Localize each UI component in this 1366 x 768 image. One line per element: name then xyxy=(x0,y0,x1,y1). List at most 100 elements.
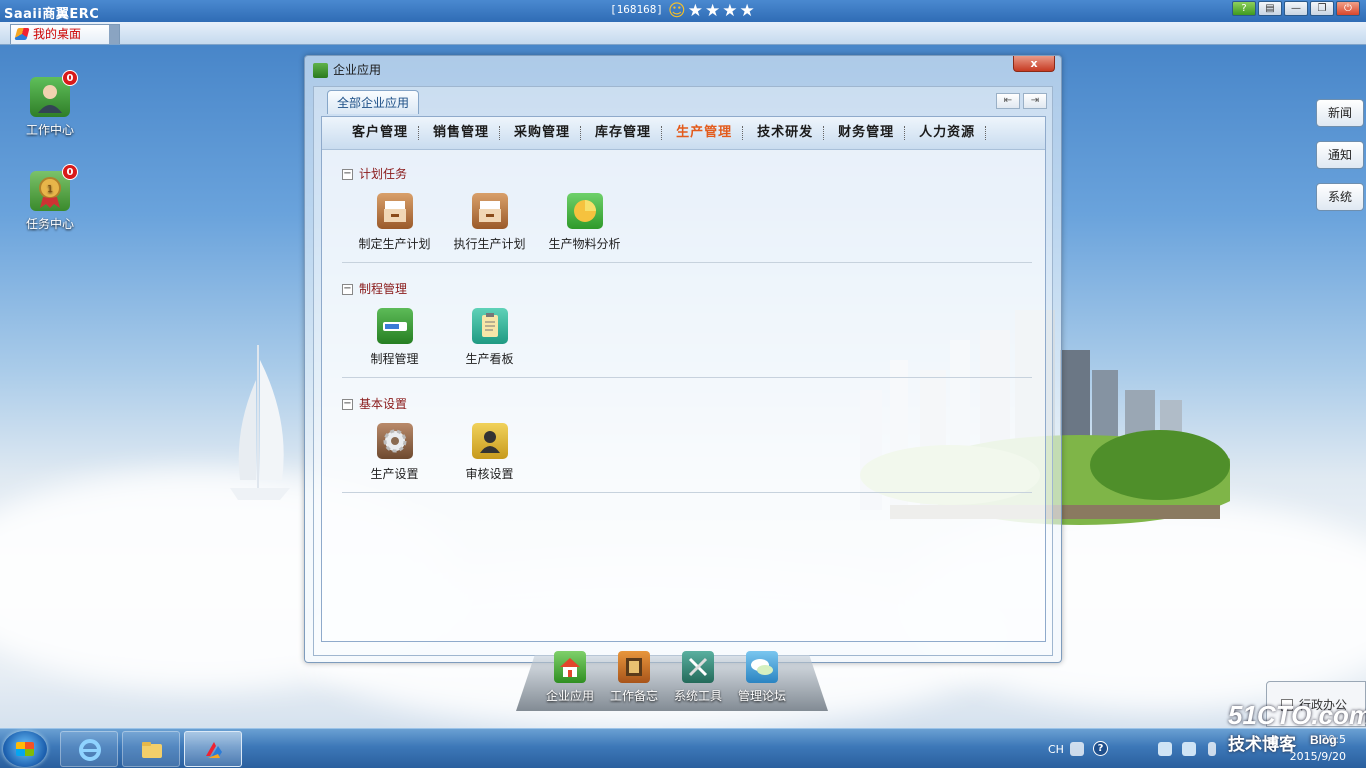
collapse-icon[interactable]: − xyxy=(342,399,353,410)
desktop-icon-label: 任务中心 xyxy=(25,217,74,231)
category-hr[interactable]: 人力资源 xyxy=(904,126,987,140)
desktop-icon-task-center[interactable]: 1 0 任务中心 xyxy=(15,164,85,232)
category-purchase[interactable]: 采购管理 xyxy=(499,126,580,140)
app-label: 执行生产计划 xyxy=(453,237,526,251)
close-button[interactable]: x xyxy=(1013,56,1055,72)
star-icon: ★ xyxy=(739,1,755,21)
user-id-label: [168168] xyxy=(610,3,663,16)
start-button[interactable] xyxy=(3,731,47,767)
app-execute-production-plan[interactable]: 执行生产计划 xyxy=(442,193,537,252)
keyboard-icon[interactable] xyxy=(1070,742,1084,756)
enterprise-apps-window: 企业应用 x 全部企业应用 ⇤ ⇥ 客户管理 销售管理 采购管理 库存管理 生产… xyxy=(304,55,1062,663)
category-customer[interactable]: 客户管理 xyxy=(338,126,418,140)
window-title-text: 企业应用 xyxy=(333,63,382,77)
section-plan-tasks: − 计划任务 制定生产计划 执行生产计划 生产物料分析 xyxy=(342,165,1032,263)
dock-label: 工作备忘 xyxy=(610,689,659,703)
collapse-icon[interactable]: − xyxy=(342,169,353,180)
help-icon[interactable]: ? xyxy=(1232,1,1256,16)
section-divider xyxy=(342,492,1032,493)
network-icon[interactable] xyxy=(1158,742,1172,756)
pie-chart-icon xyxy=(566,193,603,229)
tab-my-desktop[interactable]: 我的桌面 xyxy=(10,24,120,44)
gear-icon xyxy=(376,423,413,459)
taskbar-explorer[interactable] xyxy=(122,731,180,767)
app-label: 生产物料分析 xyxy=(548,237,621,251)
smiley-icon: ☺ xyxy=(668,1,686,21)
window-icon xyxy=(313,63,328,78)
taskbar: CH ? xyxy=(0,728,1366,768)
network-icon[interactable] xyxy=(1182,742,1196,756)
svg-text:1: 1 xyxy=(47,184,53,195)
back-icon[interactable]: ⇤ xyxy=(996,93,1020,109)
battery-icon[interactable] xyxy=(1208,742,1216,756)
restore-icon[interactable]: ❐ xyxy=(1310,1,1334,16)
logo-icon xyxy=(14,28,30,40)
forward-icon[interactable]: ⇥ xyxy=(1023,93,1047,109)
taskbar-erc-app[interactable] xyxy=(184,731,242,767)
app-production-settings[interactable]: 生产设置 xyxy=(347,423,442,482)
tab-separator xyxy=(109,25,119,44)
progress-bar-icon xyxy=(376,308,413,344)
category-production[interactable]: 生产管理 xyxy=(661,126,742,140)
archive-box-icon xyxy=(376,193,413,229)
app-grid: 制定生产计划 执行生产计划 生产物料分析 xyxy=(342,193,1032,252)
app-content-panel: 客户管理 销售管理 采购管理 库存管理 生产管理 技术研发 财务管理 人力资源 … xyxy=(321,116,1046,642)
window-controls: ? ▤ — ❐ ⏻ xyxy=(1232,1,1360,16)
section-header[interactable]: − 制程管理 xyxy=(342,280,1032,298)
notice-button[interactable]: 通知 xyxy=(1316,141,1364,169)
section-header[interactable]: − 基本设置 xyxy=(342,395,1032,413)
collapse-icon[interactable]: − xyxy=(342,284,353,295)
dock: 企业应用 工作备忘 系统工具 管理论坛 xyxy=(546,651,786,704)
watermark-site: 51CTO.com xyxy=(1228,700,1366,730)
app-label: 制定生产计划 xyxy=(358,237,431,251)
section-divider xyxy=(342,262,1032,263)
help-icon[interactable]: ? xyxy=(1093,741,1108,756)
desktop-icon-work-center[interactable]: 0 工作中心 xyxy=(15,70,85,138)
desktop-icon-label: 工作中心 xyxy=(25,123,74,137)
section-header[interactable]: − 计划任务 xyxy=(342,165,1032,183)
app-label: 生产看板 xyxy=(465,352,514,366)
app-make-production-plan[interactable]: 制定生产计划 xyxy=(347,193,442,252)
section-basic-settings: − 基本设置 生产设置 审核设置 xyxy=(342,395,1032,493)
ie-icon xyxy=(79,739,101,761)
app-grid: 制程管理 生产看板 xyxy=(342,308,1032,367)
tab-all-enterprise-apps[interactable]: 全部企业应用 xyxy=(327,90,419,114)
app-title-bar: Saaii商翼ERC [168168] ☺ ★ ★ ★ ★ ? ▤ — ❐ ⏻ xyxy=(0,0,1366,22)
app-production-board[interactable]: 生产看板 xyxy=(442,308,537,367)
dock-system-tools[interactable]: 系统工具 xyxy=(674,651,722,704)
watermark-blog-cn: 技术博客 xyxy=(1228,735,1296,754)
star-icon: ★ xyxy=(722,1,738,21)
section-title: 计划任务 xyxy=(359,167,408,181)
dock-work-memo[interactable]: 工作备忘 xyxy=(610,651,658,704)
system-button[interactable]: 系统 xyxy=(1316,183,1364,211)
category-inventory[interactable]: 库存管理 xyxy=(580,126,661,140)
desktop-tab-bar: 我的桌面 xyxy=(0,22,1366,45)
minimize-icon[interactable]: — xyxy=(1284,1,1308,16)
window-nav-controls: ⇤ ⇥ xyxy=(996,93,1047,109)
dock-management-forum[interactable]: 管理论坛 xyxy=(738,651,786,704)
app-material-analysis[interactable]: 生产物料分析 xyxy=(537,193,632,252)
sailboat-illustration xyxy=(230,345,290,500)
star-icon: ★ xyxy=(704,1,721,21)
app-process-management[interactable]: 制程管理 xyxy=(347,308,442,367)
category-rnd[interactable]: 技术研发 xyxy=(742,126,823,140)
news-button[interactable]: 新闻 xyxy=(1316,99,1364,127)
medal-icon: 1 0 xyxy=(30,164,78,211)
taskbar-ie[interactable] xyxy=(60,731,118,767)
folder-icon xyxy=(142,742,162,758)
dock-label: 企业应用 xyxy=(546,689,595,703)
language-indicator[interactable]: CH xyxy=(1048,743,1064,756)
watermark-blog-en: Blog xyxy=(1310,733,1337,747)
section-title: 制程管理 xyxy=(359,282,408,296)
dock-enterprise-apps[interactable]: 企业应用 xyxy=(546,651,594,704)
power-icon[interactable]: ⏻ xyxy=(1336,1,1360,16)
home-icon xyxy=(554,651,586,683)
category-finance[interactable]: 财务管理 xyxy=(823,126,904,140)
app-audit-settings[interactable]: 审核设置 xyxy=(442,423,537,482)
category-sales[interactable]: 销售管理 xyxy=(418,126,499,140)
manual-icon[interactable]: ▤ xyxy=(1258,1,1282,16)
clipboard-icon xyxy=(471,308,508,344)
app-title: Saaii商翼ERC xyxy=(4,7,100,22)
notification-badge: 0 xyxy=(62,70,78,86)
section-title: 基本设置 xyxy=(359,397,408,411)
